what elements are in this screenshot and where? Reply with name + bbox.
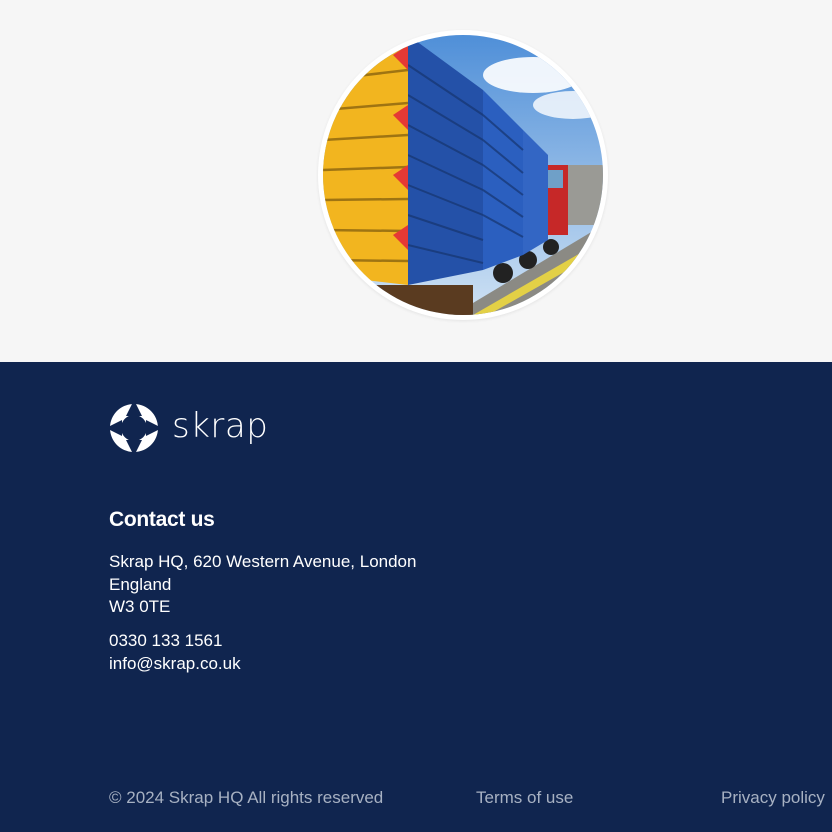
address-line-2: England — [109, 574, 172, 594]
contact-address: Skrap HQ, 620 Western Avenue, London Eng… — [109, 551, 416, 619]
skip-truck-photo — [318, 30, 608, 320]
copyright-text: © 2024 Skrap HQ All rights reserved — [109, 788, 384, 807]
address-line-1: Skrap HQ, 620 Western Avenue, London — [109, 552, 417, 571]
phone-link[interactable]: 0330 133 1561 — [109, 630, 241, 653]
contact-details: 0330 133 1561 info@skrap.co.uk — [109, 630, 241, 675]
skrap-logo-icon — [108, 402, 160, 454]
address-line-3: W3 0TE — [109, 597, 171, 616]
site-footer: skrap Contact us Skrap HQ, 620 Western A… — [0, 362, 832, 832]
contact-heading: Contact us — [109, 508, 215, 531]
email-link[interactable]: info@skrap.co.uk — [109, 653, 241, 676]
skip-truck-image — [323, 35, 603, 315]
skrap-logo[interactable]: skrap — [108, 402, 268, 454]
skrap-logo-text: skrap — [172, 406, 269, 446]
privacy-policy-link[interactable]: Privacy policy — [721, 788, 825, 808]
terms-of-use-link[interactable]: Terms of use — [476, 788, 573, 808]
hero-section — [0, 0, 832, 362]
